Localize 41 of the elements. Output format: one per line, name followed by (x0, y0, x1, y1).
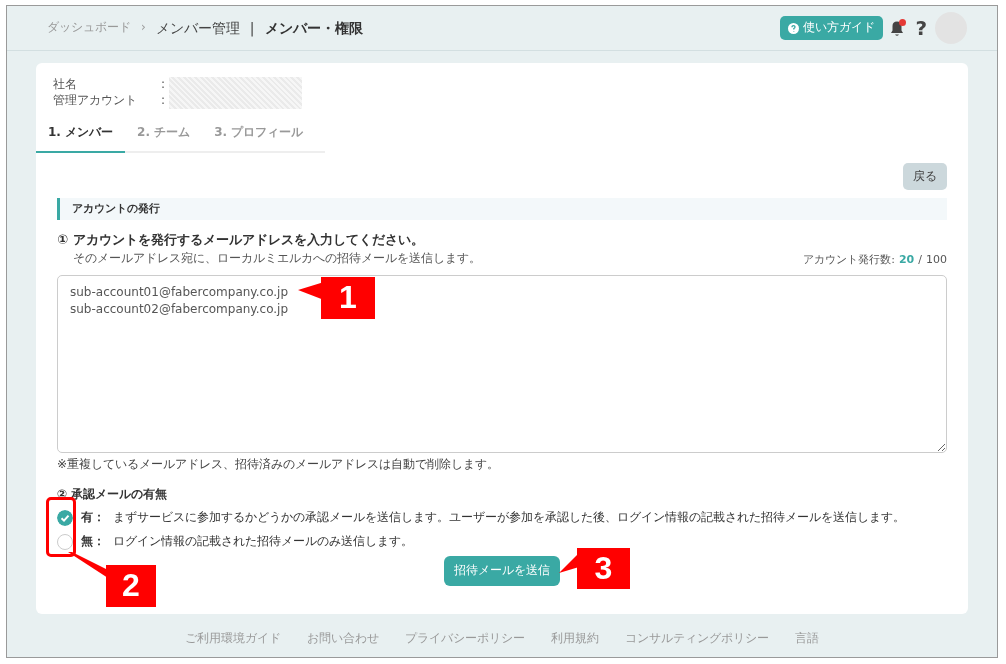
footer-link[interactable]: ご利用環境ガイド (185, 631, 281, 647)
counter-separator: / (918, 252, 922, 267)
option-label: 無： (81, 534, 105, 550)
footer-link[interactable]: コンサルティングポリシー (625, 631, 769, 647)
step-title: ① アカウントを発行するメールアドレスを入力してください。 (57, 232, 425, 250)
breadcrumb-divider: | (249, 18, 255, 38)
info-label: 管理アカウント (53, 93, 138, 109)
note-text: ※重複しているメールアドレス、招待済みのメールアドレスは自動で削除します。 (57, 456, 501, 473)
help-icon (788, 22, 800, 34)
breadcrumb-link[interactable]: ダッシュボード (47, 20, 131, 36)
back-button[interactable]: 戻る (903, 162, 947, 191)
counter-total: 100 (926, 252, 947, 267)
callout-pointer (68, 552, 108, 578)
footer-link[interactable]: 言語 (795, 631, 819, 647)
footer-link[interactable]: 利用規約 (551, 631, 599, 647)
guide-button[interactable]: 使い方ガイド (780, 16, 884, 40)
radio-unchecked[interactable] (57, 534, 73, 551)
chevron-icon: › (141, 20, 146, 36)
counter-used: 20 (898, 252, 915, 267)
callout-number: 2 (106, 565, 156, 607)
step-description: そのメールアドレス宛に、ローカルミエルカへの招待メールを送信します。 (72, 251, 481, 267)
footer-link[interactable]: お問い合わせ (307, 631, 379, 647)
page-title: メンバー・権限 (264, 18, 363, 38)
callout-number: 1 (321, 277, 375, 319)
counter-label: アカウント発行数: (803, 252, 895, 267)
tab[interactable]: 3. プロフィール (202, 117, 316, 153)
option-label: 有： (81, 510, 105, 526)
info-separator: : (161, 77, 166, 93)
help-icon[interactable]: ? (915, 15, 927, 41)
option-description: ログイン情報の記載された招待メールのみ送信します。 (113, 534, 413, 550)
breadcrumb-item[interactable]: メンバー管理 (155, 18, 240, 38)
option-description: まずサービスに参加するかどうかの承認メールを送信します。ユーザーが参加を承認した後、ログイン情報の記載された招待メールを送信します。 (113, 510, 905, 526)
footer-link[interactable]: プライバシーポリシー (405, 631, 525, 647)
callout-number: 3 (577, 548, 630, 589)
tab[interactable]: 2. チーム (125, 117, 203, 153)
tab[interactable]: 1. メンバー (36, 117, 126, 153)
section-header: アカウントの発行 (57, 198, 947, 221)
send-invite-button[interactable]: 招待メールを送信 (444, 556, 560, 586)
info-separator: : (161, 93, 166, 109)
radio-checked[interactable] (57, 510, 73, 527)
info-label: 社名 (53, 77, 78, 93)
